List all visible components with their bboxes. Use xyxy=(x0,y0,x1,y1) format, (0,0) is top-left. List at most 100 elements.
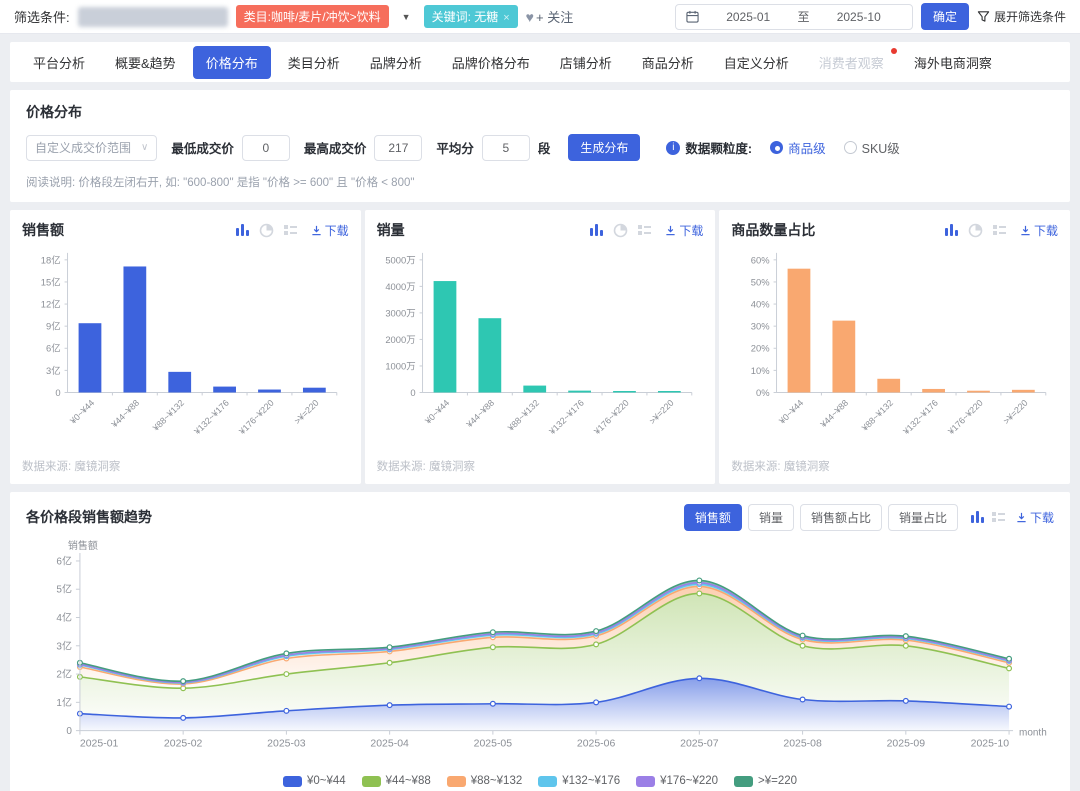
legend-label: ¥44~¥88 xyxy=(386,775,431,787)
bar-2[interactable] xyxy=(168,372,191,393)
table-list-icon[interactable] xyxy=(283,223,298,237)
tab-item-5[interactable]: 品牌价格分布 xyxy=(439,46,543,79)
svg-text:2亿: 2亿 xyxy=(56,667,72,680)
sales-amount-bar-chart: 03亿6亿9亿12亿15亿18亿¥0~¥44¥44~¥88¥88~¥132¥13… xyxy=(22,244,349,454)
bar-0[interactable] xyxy=(788,269,811,393)
svg-text:¥88~¥132: ¥88~¥132 xyxy=(150,398,186,434)
download-button[interactable]: 下载 xyxy=(1016,509,1054,526)
bar-2[interactable] xyxy=(523,386,546,393)
bar-chart-icon[interactable] xyxy=(970,510,985,524)
legend-swatch xyxy=(362,776,381,787)
legend-item-2[interactable]: ¥88~¥132 xyxy=(447,775,523,787)
bar-chart-icon[interactable] xyxy=(589,223,604,237)
svg-text:12亿: 12亿 xyxy=(41,299,61,310)
table-list-icon[interactable] xyxy=(992,223,1007,237)
legend-item-4[interactable]: ¥176~¥220 xyxy=(636,775,718,787)
metric-toggle-3[interactable]: 销量占比 xyxy=(888,504,958,531)
max-price-input[interactable] xyxy=(374,135,422,161)
svg-text:销售额: 销售额 xyxy=(68,539,98,552)
metric-toggle-0[interactable]: 销售额 xyxy=(684,504,742,531)
svg-text:¥44~¥88: ¥44~¥88 xyxy=(109,398,141,430)
confirm-button[interactable]: 确定 xyxy=(921,3,969,30)
date-start-input[interactable]: 2025-01 xyxy=(705,10,792,24)
svg-text:2025-03: 2025-03 xyxy=(267,738,306,749)
tab-item-6[interactable]: 店铺分析 xyxy=(547,46,625,79)
bar-5[interactable] xyxy=(303,388,326,393)
tab-item-2[interactable]: 价格分布 xyxy=(193,46,271,79)
svg-text:2025-07: 2025-07 xyxy=(680,738,719,749)
price-range-select[interactable]: 自定义成交价范围 ∨ xyxy=(26,135,157,161)
filter-label: 筛选条件: xyxy=(14,7,70,26)
tab-item-9[interactable]: 消费者观察 xyxy=(806,46,897,79)
generate-distribution-button[interactable]: 生成分布 xyxy=(568,134,640,161)
tab-item-0[interactable]: 平台分析 xyxy=(20,46,98,79)
dashboard-page: 筛选条件: 类目:咖啡/麦片/冲饮>饮料 ▼ 关键词: 无糖 × ♥+ 关注 20… xyxy=(0,0,1080,791)
category-dropdown-caret-icon[interactable]: ▼ xyxy=(397,8,416,26)
keyword-tag-label: 关键词: 无糖 xyxy=(432,10,499,24)
svg-text:¥176~¥220: ¥176~¥220 xyxy=(591,398,630,437)
pie-chart-icon[interactable] xyxy=(259,223,274,238)
tab-item-1[interactable]: 概要&趋势 xyxy=(102,46,189,79)
radio-product-level[interactable]: 商品级 xyxy=(770,138,826,157)
bar-5[interactable] xyxy=(1012,390,1035,393)
bar-4[interactable] xyxy=(258,390,281,393)
category-tag[interactable]: 类目:咖啡/麦片/冲饮>饮料 xyxy=(236,5,389,28)
pie-chart-icon[interactable] xyxy=(968,223,983,238)
follow-button[interactable]: ♥+ 关注 xyxy=(526,7,574,26)
svg-text:3亿: 3亿 xyxy=(46,365,61,376)
bar-4[interactable] xyxy=(613,391,636,392)
download-button[interactable]: 下载 xyxy=(1020,222,1058,239)
chart-title: 销售额 xyxy=(22,220,64,240)
bar-0[interactable] xyxy=(433,281,456,392)
download-button[interactable]: 下载 xyxy=(311,222,349,239)
legend-item-5[interactable]: >¥=220 xyxy=(734,775,797,787)
date-end-input[interactable]: 2025-10 xyxy=(815,10,902,24)
keyword-tag[interactable]: 关键词: 无糖 × xyxy=(424,5,518,28)
tab-item-4[interactable]: 品牌分析 xyxy=(357,46,435,79)
svg-text:18亿: 18亿 xyxy=(41,254,61,265)
bar-5[interactable] xyxy=(658,391,681,392)
tab-item-7[interactable]: 商品分析 xyxy=(629,46,707,79)
bar-4[interactable] xyxy=(967,391,990,393)
filter-bar: 筛选条件: 类目:咖啡/麦片/冲饮>饮料 ▼ 关键词: 无糖 × ♥+ 关注 20… xyxy=(0,0,1080,34)
legend-item-3[interactable]: ¥132~¥176 xyxy=(538,775,620,787)
bar-1[interactable] xyxy=(833,321,856,393)
info-icon[interactable]: i xyxy=(666,141,680,155)
table-list-icon[interactable] xyxy=(637,223,652,237)
bar-3[interactable] xyxy=(568,391,591,393)
data-source: 数据来源: 魔镜洞察 xyxy=(26,787,1054,791)
svg-text:9亿: 9亿 xyxy=(46,321,61,332)
bar-1[interactable] xyxy=(478,318,501,392)
tab-item-8[interactable]: 自定义分析 xyxy=(711,46,802,79)
min-price-input[interactable] xyxy=(242,135,290,161)
bar-chart-icon[interactable] xyxy=(944,223,959,237)
bar-1[interactable] xyxy=(123,266,146,392)
price-controls: 自定义成交价范围 ∨ 最低成交价 最高成交价 平均分 段 生成分布 i 数据颗粒… xyxy=(26,134,1054,161)
bar-2[interactable] xyxy=(878,379,901,393)
legend-swatch xyxy=(447,776,466,787)
metric-toggle-1[interactable]: 销量 xyxy=(748,504,794,531)
radio-sku-level[interactable]: SKU级 xyxy=(844,138,900,157)
table-list-icon[interactable] xyxy=(991,510,1006,524)
bar-chart-icon[interactable] xyxy=(235,223,250,237)
download-icon xyxy=(1016,512,1027,523)
split-count-input[interactable] xyxy=(482,135,530,161)
svg-text:60%: 60% xyxy=(751,254,770,265)
svg-text:¥44~¥88: ¥44~¥88 xyxy=(818,398,850,430)
expand-filters-button[interactable]: 展开筛选条件 xyxy=(977,8,1066,25)
chart-title: 销量 xyxy=(377,220,405,240)
metric-toggle-2[interactable]: 销售额占比 xyxy=(800,504,882,531)
date-range-picker[interactable]: 2025-01 至 2025-10 xyxy=(675,4,913,30)
legend-item-0[interactable]: ¥0~¥44 xyxy=(283,775,346,787)
close-icon[interactable]: × xyxy=(503,12,509,24)
bar-3[interactable] xyxy=(923,389,946,393)
bar-0[interactable] xyxy=(79,323,102,392)
download-button[interactable]: 下载 xyxy=(665,222,703,239)
tab-item-3[interactable]: 类目分析 xyxy=(275,46,353,79)
pie-chart-icon[interactable] xyxy=(613,223,628,238)
bar-3[interactable] xyxy=(213,387,236,393)
svg-text:3000万: 3000万 xyxy=(385,307,415,318)
svg-text:6亿: 6亿 xyxy=(56,554,72,567)
tab-item-10[interactable]: 海外电商洞察 xyxy=(901,46,1005,79)
legend-item-1[interactable]: ¥44~¥88 xyxy=(362,775,431,787)
